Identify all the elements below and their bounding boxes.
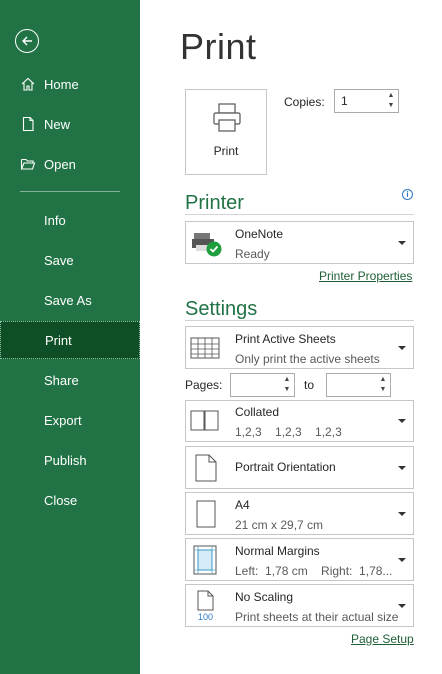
chevron-down-icon (398, 419, 406, 423)
orientation-dropdown[interactable]: Portrait Orientation (185, 446, 414, 489)
copies-stepper[interactable]: 1 ▲ ▼ (334, 89, 399, 113)
stepper-arrows[interactable]: ▲ ▼ (282, 375, 292, 395)
sidebar-item-publish[interactable]: Publish (0, 441, 140, 479)
printer-heading-line (185, 214, 414, 215)
sidebar-item-close[interactable]: Close (0, 481, 140, 519)
chevron-down-icon (398, 240, 406, 245)
chevron-down-icon (398, 465, 406, 470)
folder-open-icon (20, 158, 36, 170)
chevron-down-icon[interactable]: ▼ (386, 101, 396, 111)
scaling-sub: Print sheets at their actual size (235, 610, 399, 624)
sidebar-item-save[interactable]: Save (0, 241, 140, 279)
print-button-label: Print (213, 144, 239, 158)
collated-pages-icon (190, 410, 219, 431)
sidebar-item-new[interactable]: New (0, 105, 140, 143)
sidebar-item-share[interactable]: Share (0, 361, 140, 399)
pages-to-label: to (304, 378, 315, 392)
sidebar-item-label: New (44, 116, 71, 132)
print-what-sub: Only print the active sheets (235, 352, 380, 366)
sidebar-item-save-as[interactable]: Save As (0, 281, 140, 319)
sidebar-item-info[interactable]: Info (0, 201, 140, 239)
pages-label: Pages: (185, 378, 223, 392)
sidebar-item-label: Open (44, 156, 76, 172)
print-button[interactable]: Print (185, 89, 267, 175)
scaling-icon-text: 100 (198, 612, 213, 622)
pages-from-stepper[interactable]: ▲ ▼ (230, 373, 295, 397)
chevron-up-icon[interactable]: ▲ (378, 375, 388, 385)
orientation-title: Portrait Orientation (235, 460, 336, 474)
collation-sub: 1,2,3 1,2,3 1,2,3 (235, 425, 342, 439)
sidebar-divider (20, 191, 120, 192)
chevron-up-icon[interactable]: ▲ (386, 91, 396, 101)
paper-size-title: A4 (235, 498, 250, 512)
paper-size-dropdown[interactable]: A4 21 cm x 29,7 cm (185, 492, 414, 535)
printer-heading: Printer (185, 192, 244, 214)
sidebar-item-label: Close (44, 492, 78, 508)
chevron-down-icon (398, 603, 406, 608)
scaling-dropdown[interactable]: 100 No Scaling Print sheets at their act… (185, 584, 414, 627)
settings-heading-line (185, 320, 414, 321)
print-what-dropdown[interactable]: Print Active Sheets Only print the activ… (185, 326, 414, 369)
sidebar-item-open[interactable]: Open (0, 145, 140, 183)
page-setup-link[interactable]: Page Setup (351, 632, 414, 646)
margins-sub: Left: 1,78 cm Right: 1,78... (235, 564, 393, 578)
sidebar-item-label: Info (44, 212, 66, 228)
sidebar-item-label: Share (44, 372, 79, 388)
chevron-down-icon[interactable]: ▼ (282, 385, 292, 395)
info-icon[interactable]: i (402, 189, 413, 200)
margins-title: Normal Margins (235, 544, 320, 558)
chevron-up-icon[interactable]: ▲ (282, 375, 292, 385)
home-icon (21, 77, 35, 91)
printer-icon (213, 103, 241, 132)
printer-name: OneNote (235, 227, 284, 241)
scaling-title: No Scaling (235, 590, 294, 604)
paper-size-sub: 21 cm x 29,7 cm (235, 518, 324, 532)
print-what-title: Print Active Sheets (235, 332, 336, 346)
stepper-arrows[interactable]: ▲ ▼ (378, 375, 388, 395)
sidebar-item-label: Export (44, 412, 82, 428)
copies-value: 1 (341, 94, 348, 108)
sidebar-item-label: Publish (44, 452, 87, 468)
backstage-sidebar: Home New Open Info Save Save As Print Sh… (0, 0, 140, 674)
pages-to-stepper[interactable]: ▲ ▼ (326, 373, 391, 397)
sheets-grid-icon (190, 337, 220, 358)
margins-dropdown[interactable]: Normal Margins Left: 1,78 cm Right: 1,78… (185, 538, 414, 581)
sidebar-item-label: Save As (44, 292, 92, 308)
printer-ready-icon (192, 232, 222, 256)
chevron-down-icon (398, 557, 406, 562)
print-backstage: Home New Open Info Save Save As Print Sh… (0, 0, 442, 674)
sidebar-item-home[interactable]: Home (0, 65, 140, 103)
paper-size-icon (196, 500, 216, 527)
printer-status: Ready (235, 247, 270, 261)
stepper-arrows[interactable]: ▲ ▼ (386, 91, 396, 111)
copies-label: Copies: (284, 95, 325, 109)
back-arrow-icon (22, 36, 32, 46)
sidebar-item-export[interactable]: Export (0, 401, 140, 439)
no-scaling-icon: 100 (197, 590, 214, 622)
portrait-page-icon (195, 454, 217, 481)
sidebar-item-label: Home (44, 76, 79, 92)
collation-title: Collated (235, 405, 280, 419)
sidebar-item-label: Print (45, 332, 72, 348)
page-title: Print (180, 26, 257, 67)
sidebar-item-label: Save (44, 252, 74, 268)
settings-heading: Settings (185, 298, 258, 320)
chevron-down-icon (398, 511, 406, 516)
collation-dropdown[interactable]: Collated 1,2,3 1,2,3 1,2,3 (185, 400, 414, 442)
sidebar-item-print[interactable]: Print (0, 321, 140, 359)
chevron-down-icon[interactable]: ▼ (378, 385, 388, 395)
margins-icon (193, 545, 217, 574)
printer-properties-link[interactable]: Printer Properties (319, 269, 412, 283)
printer-dropdown[interactable]: OneNote Ready (185, 221, 414, 264)
new-document-icon (22, 116, 34, 132)
chevron-down-icon (398, 345, 406, 350)
back-button[interactable] (15, 29, 39, 53)
